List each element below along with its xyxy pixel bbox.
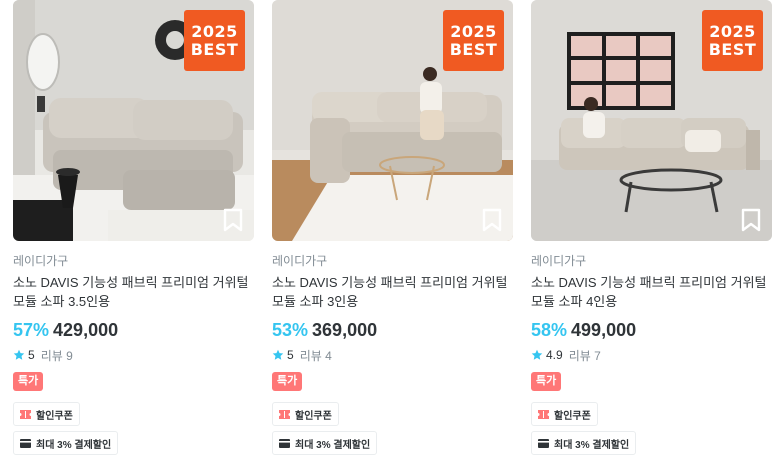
product-brand[interactable]: 레이디가구 [531, 252, 772, 268]
payment-label: 최대 3% 결제할인 [554, 439, 630, 451]
benefit-tags: 할인쿠폰 최대 3% 결제할인 [531, 397, 772, 455]
price: 499,000 [571, 320, 637, 340]
best-badge: 2025 BEST [184, 10, 245, 71]
discount-rate: 58% [531, 320, 568, 340]
star-icon [272, 349, 284, 360]
coupon-icon [279, 409, 290, 419]
card-icon [20, 438, 31, 448]
product-card[interactable]: 2025 BEST 레이디가구 소노 DAVIS 기능성 패브릭 프리미엄 거위… [531, 0, 772, 455]
star-icon [531, 349, 543, 360]
discount-rate: 53% [272, 320, 309, 340]
coupon-label: 할인쿠폰 [36, 410, 73, 422]
price-row: 53% 369,000 [272, 319, 513, 341]
product-title[interactable]: 소노 DAVIS 기능성 패브릭 프리미엄 거위털 모듈 소파 4인용 [531, 273, 772, 311]
review-count: 리뷰 4 [299, 348, 332, 363]
bookmark-icon[interactable] [481, 208, 503, 232]
card-icon [538, 438, 549, 448]
best-badge: 2025 BEST [702, 10, 763, 71]
special-deal-badge: 특가 [13, 372, 44, 391]
price: 369,000 [312, 320, 378, 340]
rating-value: 5 [287, 348, 294, 362]
bookmark-icon[interactable] [740, 208, 762, 232]
coupon-tag: 할인쿠폰 [531, 402, 598, 426]
price: 429,000 [53, 320, 119, 340]
payment-discount-tag: 최대 3% 결제할인 [531, 431, 637, 455]
rating-value: 4.9 [546, 348, 563, 362]
review-count: 리뷰 7 [568, 348, 601, 363]
badge-year: 2025 [709, 21, 756, 41]
product-title[interactable]: 소노 DAVIS 기능성 패브릭 프리미엄 거위털 모듈 소파 3인용 [272, 273, 513, 311]
discount-rate: 57% [13, 320, 50, 340]
badge-label: BEST [708, 39, 757, 59]
best-badge: 2025 BEST [443, 10, 504, 71]
special-deal-badge: 특가 [531, 372, 562, 391]
product-title[interactable]: 소노 DAVIS 기능성 패브릭 프리미엄 거위털 모듈 소파 3.5인용 [13, 273, 254, 311]
product-image[interactable]: 2025 BEST [531, 0, 772, 241]
review-count: 리뷰 9 [40, 348, 73, 363]
card-icon [279, 438, 290, 448]
star-icon [13, 349, 25, 360]
badge-year: 2025 [450, 21, 497, 41]
product-grid: 2025 BEST 레이디가구 소노 DAVIS 기능성 패브릭 프리미엄 거위… [0, 0, 774, 461]
price-row: 58% 499,000 [531, 319, 772, 341]
review-row: 5 리뷰 9 [13, 347, 254, 363]
rating-value: 5 [28, 348, 35, 362]
bookmark-icon[interactable] [222, 208, 244, 232]
product-image[interactable]: 2025 BEST [13, 0, 254, 241]
badge-year: 2025 [191, 21, 238, 41]
product-image[interactable]: 2025 BEST [272, 0, 513, 241]
coupon-icon [20, 409, 31, 419]
coupon-tag: 할인쿠폰 [272, 402, 339, 426]
payment-label: 최대 3% 결제할인 [295, 439, 371, 451]
badge-label: BEST [190, 39, 239, 59]
badge-label: BEST [449, 39, 498, 59]
coupon-tag: 할인쿠폰 [13, 402, 80, 426]
product-card[interactable]: 2025 BEST 레이디가구 소노 DAVIS 기능성 패브릭 프리미엄 거위… [272, 0, 513, 455]
benefit-tags: 할인쿠폰 최대 3% 결제할인 [272, 397, 513, 455]
product-brand[interactable]: 레이디가구 [13, 252, 254, 268]
payment-discount-tag: 최대 3% 결제할인 [272, 431, 378, 455]
coupon-label: 할인쿠폰 [295, 410, 332, 422]
payment-label: 최대 3% 결제할인 [36, 439, 112, 451]
payment-discount-tag: 최대 3% 결제할인 [13, 431, 119, 455]
review-row: 4.9 리뷰 7 [531, 347, 772, 363]
product-brand[interactable]: 레이디가구 [272, 252, 513, 268]
special-deal-badge: 특가 [272, 372, 303, 391]
review-row: 5 리뷰 4 [272, 347, 513, 363]
price-row: 57% 429,000 [13, 319, 254, 341]
coupon-label: 할인쿠폰 [554, 410, 591, 422]
benefit-tags: 할인쿠폰 최대 3% 결제할인 [13, 397, 254, 455]
coupon-icon [538, 409, 549, 419]
product-card[interactable]: 2025 BEST 레이디가구 소노 DAVIS 기능성 패브릭 프리미엄 거위… [13, 0, 254, 455]
